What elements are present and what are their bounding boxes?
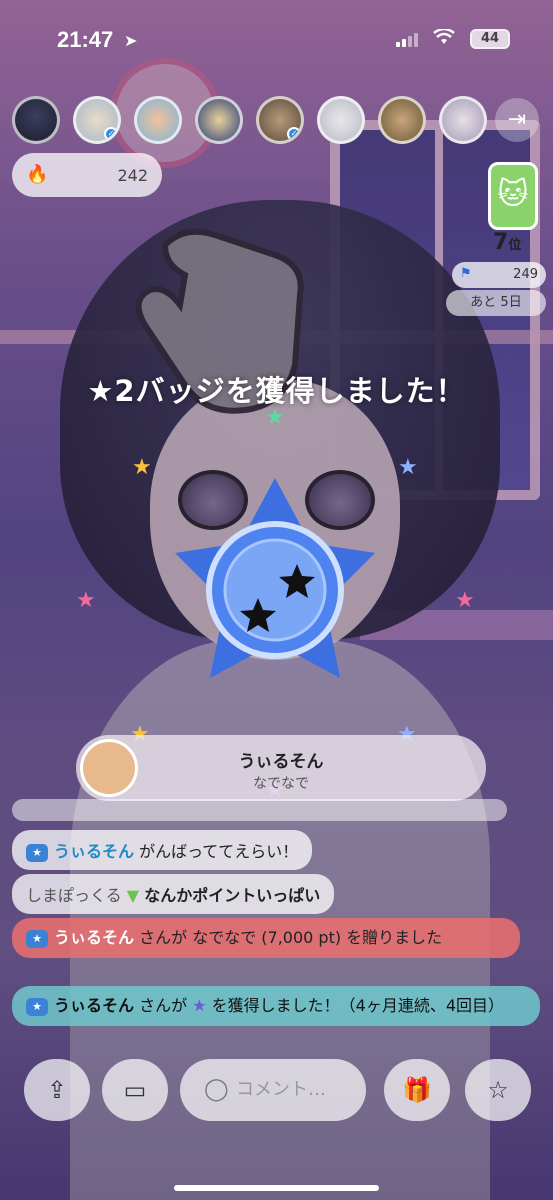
member-badge-icon: ★ xyxy=(26,929,48,948)
fire-icon: 🔥 xyxy=(26,164,49,185)
screen-icon: ▭ xyxy=(123,1076,147,1104)
battery-indicator: 44 xyxy=(470,29,510,49)
share-icon: ⇪ xyxy=(46,1076,68,1104)
chat-text: がんばっててえらい！ xyxy=(139,842,299,861)
location-arrow-icon: ➤ xyxy=(124,31,138,50)
viewer-avatar[interactable] xyxy=(439,96,487,144)
signal-icon xyxy=(396,33,418,47)
favorite-button[interactable]: ☆ xyxy=(465,1059,531,1121)
viewer-avatar[interactable]: ✓ xyxy=(256,96,304,144)
gift-name: なでなで xyxy=(253,776,309,792)
host-avatar[interactable] xyxy=(12,96,60,144)
flag-icon: ⚑ xyxy=(460,266,472,281)
fire-count: 242 xyxy=(117,166,148,185)
chat-text-2: を獲得しました！（4ヶ月連続、4回目） xyxy=(211,996,505,1015)
screen-button[interactable]: ▭ xyxy=(102,1059,168,1121)
gift-button[interactable]: 🎁 xyxy=(384,1059,450,1121)
chat-text: さんが なでなで (7,000 pt) を贈りました xyxy=(139,928,443,947)
rank-suffix: 位 xyxy=(508,238,522,253)
fire-counter[interactable]: 🔥 242 xyxy=(12,153,162,197)
verified-icon: ✓ xyxy=(287,127,301,141)
event-points-value: 249 xyxy=(513,267,538,282)
sparkle-icon: ★ xyxy=(265,405,285,430)
exit-icon: ⇥ xyxy=(507,107,527,132)
viewer-avatar[interactable]: ✓ xyxy=(73,96,121,144)
status-bar: 21:47 ➤ 44 xyxy=(0,0,553,86)
event-points[interactable]: ⚑ 249 xyxy=(452,262,546,288)
beginner-icon: ▼ xyxy=(126,886,140,905)
badge-announcement: ★2バッジを獲得しました！ xyxy=(87,374,466,408)
viewer-avatar[interactable] xyxy=(378,96,426,144)
comment-input[interactable]: ◯ コメント… xyxy=(180,1059,366,1121)
ranking-cat-icon[interactable]: 🐱 xyxy=(488,162,538,230)
rank-number: 7 xyxy=(493,230,509,255)
exit-button[interactable]: ⇥ xyxy=(495,98,539,142)
viewer-avatar[interactable] xyxy=(134,96,182,144)
sparkle-icon: ★ xyxy=(398,455,418,480)
sparkle-icon: ★ xyxy=(76,588,96,613)
gift-popup: うぃるそん なでなで xyxy=(76,735,486,801)
badge-event-message[interactable]: ★ うぃるそん さんが ★ を獲得しました！（4ヶ月連続、4回目） xyxy=(12,986,540,1026)
member-badge-icon: ★ xyxy=(26,997,48,1016)
chat-username: しまぽっくる xyxy=(26,886,122,905)
verified-icon: ✓ xyxy=(104,127,118,141)
chat-bubble-icon: ◯ xyxy=(204,1077,229,1102)
star-badge-icon xyxy=(175,478,375,678)
chat-username: うぃるそん xyxy=(54,842,135,861)
chat-message[interactable]: しまぽっくる ▼ なんかポイントいっぱい xyxy=(12,874,335,914)
comment-placeholder: コメント… xyxy=(236,1079,326,1100)
chat-username: うぃるそん xyxy=(54,996,135,1015)
viewer-avatar[interactable] xyxy=(195,96,243,144)
star-badge-small-icon: ★ xyxy=(192,996,207,1015)
chat-text: さんが xyxy=(139,996,188,1015)
rank-label: 7位 xyxy=(493,230,521,255)
status-time: 21:47 xyxy=(57,27,114,52)
sparkle-icon: ★ xyxy=(132,455,152,480)
days-left: あと 5日 xyxy=(446,290,546,316)
chat-message[interactable]: ★ うぃるそん がんばっててえらい！ xyxy=(12,830,313,870)
viewer-avatar[interactable] xyxy=(317,96,365,144)
gift-icon: 🎁 xyxy=(402,1076,432,1104)
gift-event-message[interactable]: ★ うぃるそん さんが なでなで (7,000 pt) を贈りました xyxy=(12,918,520,958)
chat-username: うぃるそん xyxy=(54,928,135,947)
share-button[interactable]: ⇪ xyxy=(24,1059,90,1121)
member-badge-icon: ★ xyxy=(26,843,48,862)
home-indicator xyxy=(174,1185,379,1191)
viewer-avatar-list: ✓ ✓ xyxy=(12,96,487,144)
gift-sender-name: うぃるそん xyxy=(238,752,324,772)
wifi-icon xyxy=(433,27,455,50)
star-icon: ☆ xyxy=(487,1076,509,1104)
sparkle-icon: ★ xyxy=(455,588,475,613)
chat-message-truncated xyxy=(12,799,507,821)
chat-text: なんかポイントいっぱい xyxy=(144,886,321,905)
